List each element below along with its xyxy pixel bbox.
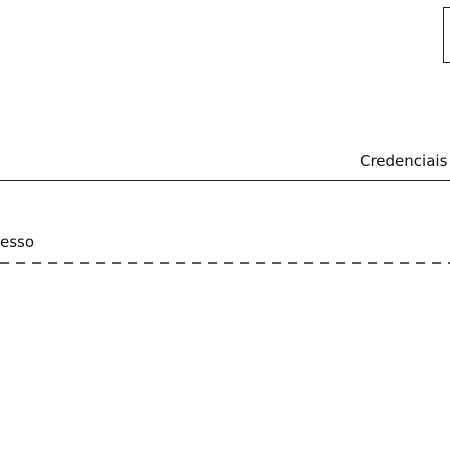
solid-message-arrow-line	[0, 180, 450, 181]
lower-message-label: esso	[0, 233, 35, 251]
upper-message-label: Credenciais d	[360, 152, 450, 170]
participant-box-partial	[443, 7, 450, 63]
dashed-return-arrow-line	[0, 262, 450, 264]
sequence-diagram-canvas: Credenciais d esso	[0, 0, 450, 450]
